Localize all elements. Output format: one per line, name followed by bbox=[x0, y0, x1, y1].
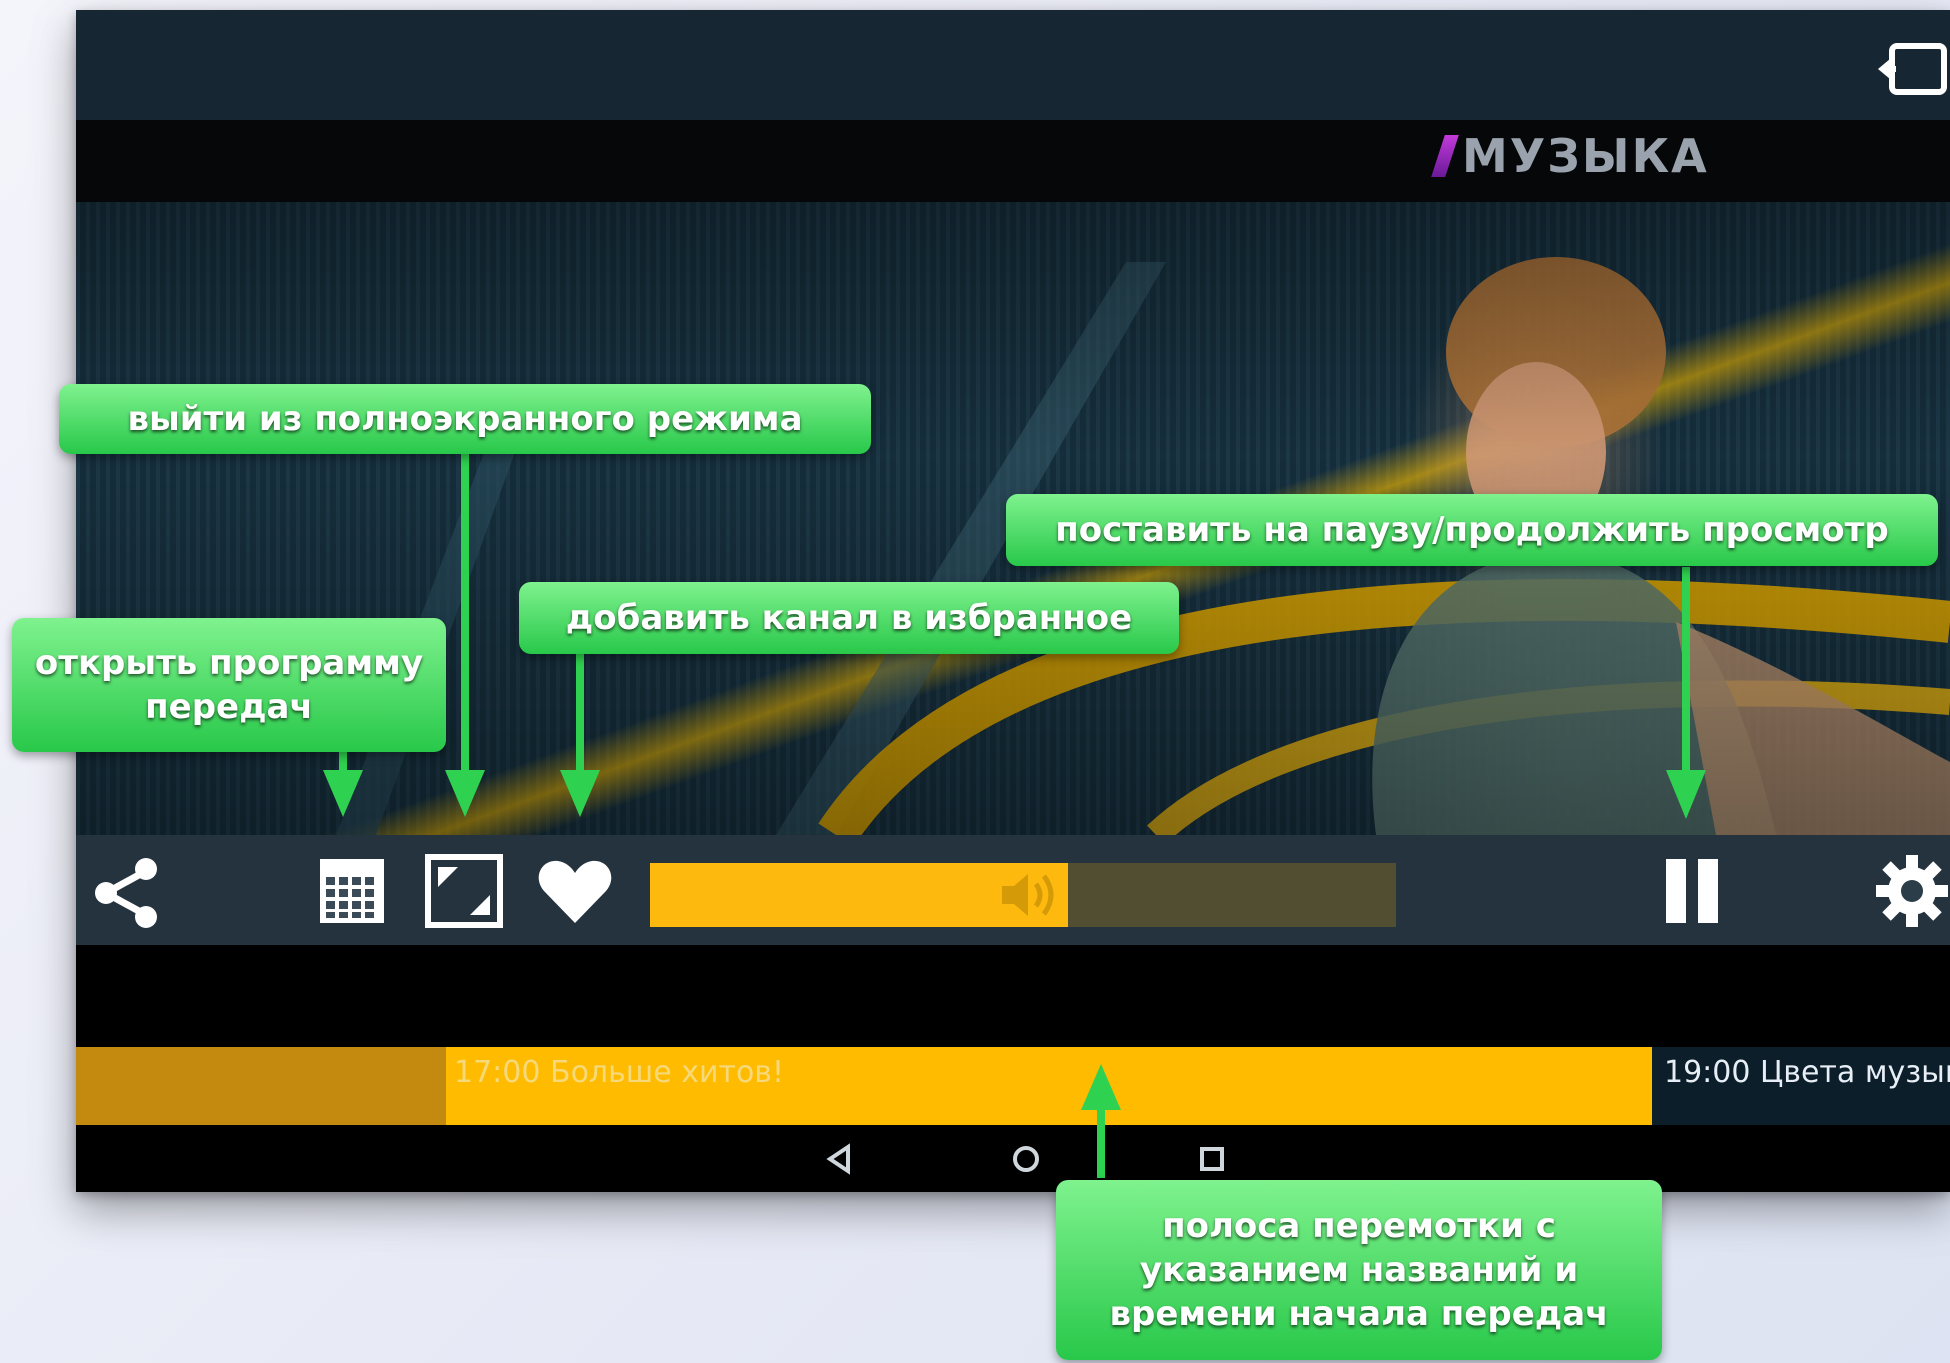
callout-seek-bar: полоса перемотки с указанием названий и … bbox=[1056, 1180, 1662, 1360]
recents-icon bbox=[1200, 1147, 1224, 1171]
volume-slider[interactable] bbox=[650, 863, 1396, 927]
pause-button[interactable] bbox=[1658, 855, 1728, 927]
player-control-bar bbox=[76, 835, 1950, 945]
callout-exit-fullscreen-text: выйти из полноэкранного режима bbox=[127, 398, 803, 439]
share-icon bbox=[95, 858, 157, 928]
exit-fullscreen-button[interactable] bbox=[424, 853, 504, 929]
callout-pause-resume-text: поставить на паузу/продолжить просмотр bbox=[1055, 509, 1889, 550]
program-seek-bar[interactable]: 17:00 Больше хитов! 19:00 Цвета музыки bbox=[76, 1047, 1950, 1125]
seek-bar-current-program[interactable]: 17:00 Больше хитов! bbox=[446, 1047, 1652, 1125]
pause-icon bbox=[1666, 859, 1718, 923]
callout-add-favorite-text: добавить канал в избранное bbox=[565, 597, 1133, 638]
back-icon bbox=[826, 1143, 850, 1175]
favorite-button[interactable] bbox=[536, 857, 614, 927]
gear-icon bbox=[1876, 855, 1948, 927]
speaker-icon bbox=[1001, 874, 1054, 916]
channel-logo-text: МУЗЫКА bbox=[1462, 129, 1709, 183]
callout-seek-bar-line3: времени начала передач bbox=[1109, 1294, 1609, 1335]
callout-open-guide-line1: открыть программу bbox=[34, 642, 424, 683]
heart-icon bbox=[538, 860, 612, 923]
settings-button[interactable] bbox=[1872, 851, 1950, 931]
program-guide-button[interactable] bbox=[316, 855, 388, 927]
callout-seek-bar-line2: указанием названий и bbox=[1139, 1249, 1579, 1290]
share-button[interactable] bbox=[88, 853, 168, 933]
home-button[interactable] bbox=[1006, 1139, 1046, 1179]
callout-add-favorite: добавить канал в избранное bbox=[519, 582, 1179, 654]
top-app-bar bbox=[76, 10, 1950, 120]
channel-logo: МУЗЫКА bbox=[1431, 125, 1709, 187]
callout-pause-resume: поставить на паузу/продолжить просмотр bbox=[1006, 494, 1938, 566]
callout-exit-fullscreen: выйти из полноэкранного режима bbox=[59, 384, 871, 454]
calendar-icon bbox=[320, 859, 384, 923]
exit-fullscreen-icon bbox=[425, 854, 503, 928]
seek-bar-elapsed bbox=[76, 1047, 446, 1125]
fullscreen-toggle-icon bbox=[1878, 43, 1947, 95]
next-program-label: 19:00 Цвета музыки bbox=[1664, 1055, 1950, 1090]
back-button[interactable] bbox=[820, 1139, 860, 1179]
home-icon bbox=[1013, 1146, 1039, 1172]
fullscreen-toggle-button[interactable] bbox=[1876, 38, 1950, 100]
callout-open-guide: открыть программу передач bbox=[12, 618, 446, 752]
timeline-area bbox=[76, 945, 1950, 1053]
callout-seek-bar-line1: полоса перемотки с bbox=[1162, 1205, 1556, 1246]
callout-open-guide-line2: передач bbox=[145, 687, 313, 727]
channel-logo-mark bbox=[1431, 135, 1459, 177]
current-program-label: 17:00 Больше хитов! bbox=[454, 1055, 785, 1090]
recents-button[interactable] bbox=[1192, 1139, 1232, 1179]
system-navigation-bar bbox=[76, 1125, 1950, 1192]
